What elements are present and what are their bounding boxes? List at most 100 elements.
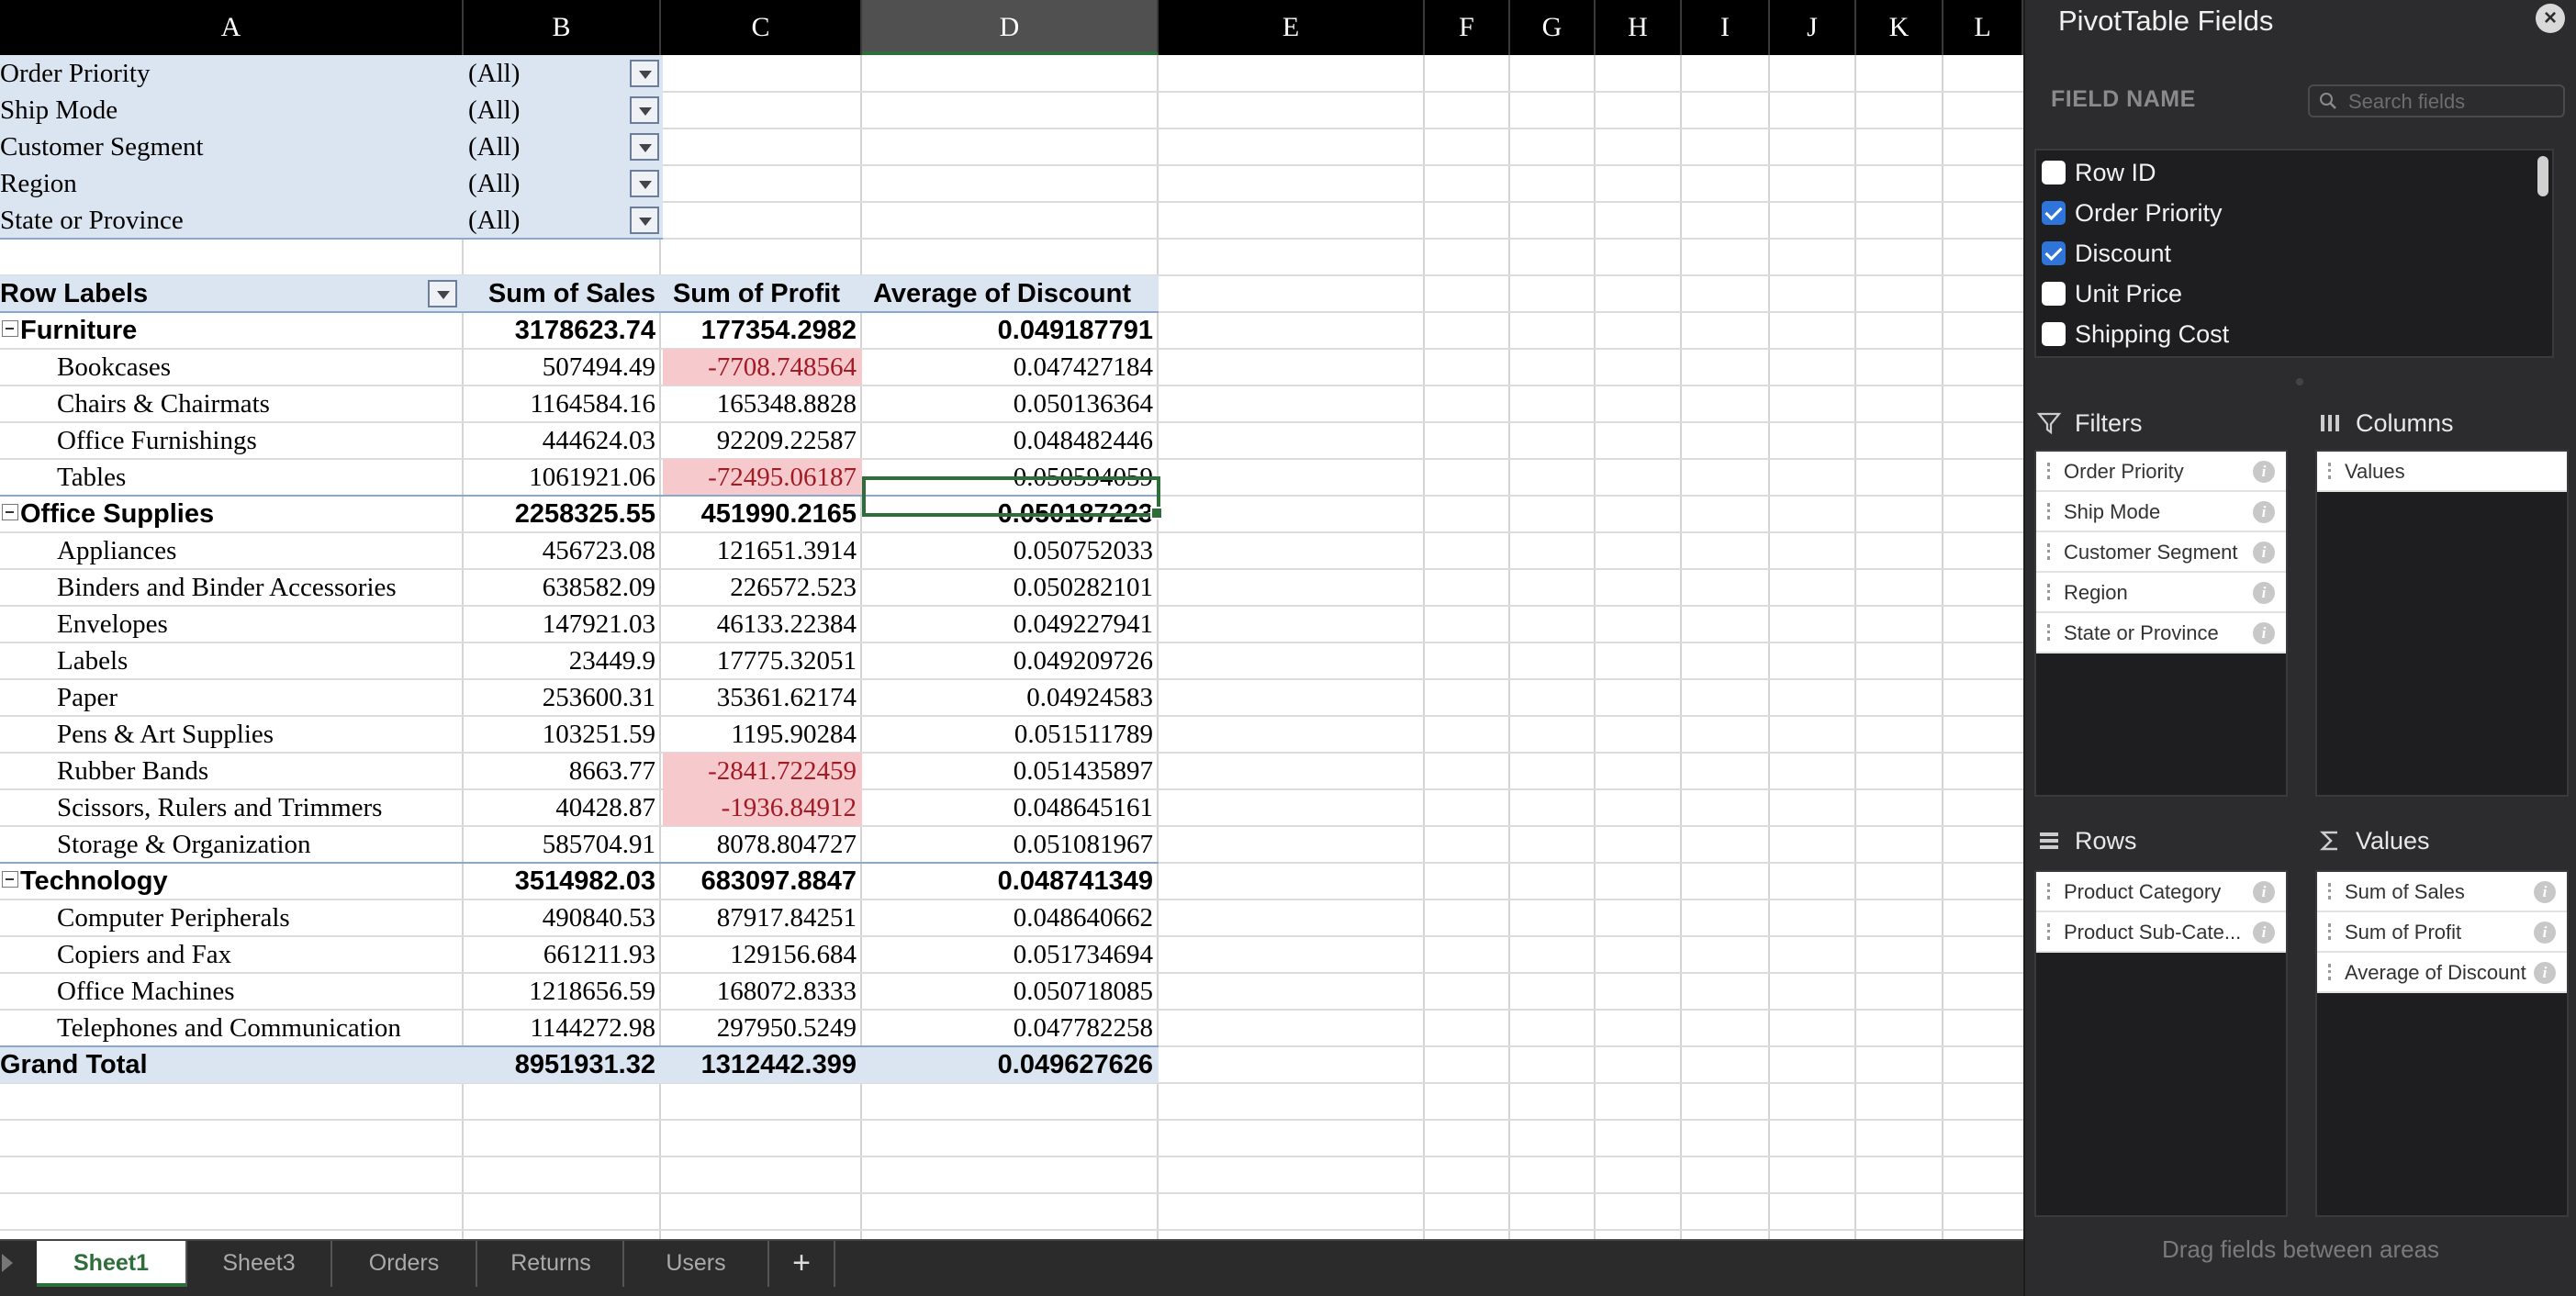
- add-sheet-button[interactable]: +: [769, 1241, 835, 1287]
- filter-dropdown-button[interactable]: [630, 133, 659, 161]
- info-icon[interactable]: i: [2253, 461, 2275, 483]
- row-labels-header: Row Labels: [0, 279, 149, 308]
- info-icon[interactable]: i: [2253, 542, 2275, 564]
- filter-dropdown-button[interactable]: [630, 96, 659, 124]
- column-header-d[interactable]: D: [862, 0, 1159, 55]
- column-header-j[interactable]: J: [1770, 0, 1856, 55]
- field-list-scrollbar[interactable]: [2537, 156, 2548, 196]
- subcategory-cell: Office Machines: [57, 977, 235, 1006]
- field-checkbox[interactable]: [2042, 281, 2066, 306]
- column-header-e[interactable]: E: [1159, 0, 1425, 55]
- field-item[interactable]: Shipping Cost: [2042, 316, 2229, 352]
- column-header-a[interactable]: A: [0, 0, 464, 55]
- pivot-subcategory-row: Rubber Bands 8663.77 -2841.722459 0.0514358…: [0, 753, 1159, 789]
- values-drop-zone[interactable]: Sum of Sales i Sum of Profit i Average of Di…: [2315, 870, 2569, 1217]
- info-icon[interactable]: i: [2253, 622, 2275, 644]
- profit-value-cell: -1936.84912: [663, 789, 862, 826]
- drag-grip-icon: [2328, 923, 2332, 940]
- row-labels-dropdown-button[interactable]: [428, 280, 457, 307]
- zone-field-chip[interactable]: Average of Discount i: [2317, 953, 2567, 993]
- zone-field-chip[interactable]: State or Province i: [2036, 613, 2286, 654]
- info-icon[interactable]: i: [2253, 881, 2275, 903]
- field-checkbox[interactable]: [2042, 160, 2066, 184]
- column-header-b[interactable]: B: [464, 0, 661, 55]
- zone-field-chip[interactable]: Product Category i: [2036, 872, 2286, 912]
- column-header-i[interactable]: I: [1682, 0, 1770, 55]
- sheet-tab-sheet1[interactable]: Sheet1: [37, 1241, 187, 1287]
- pivot-subcategory-row: Scissors, Rulers and Trimmers 40428.87 -19…: [0, 789, 1159, 826]
- collapse-toggle-icon[interactable]: [2, 871, 18, 888]
- column-header-h[interactable]: H: [1596, 0, 1682, 55]
- filters-drop-zone[interactable]: Order Priority i Ship Mode i Customer Segmen…: [2034, 450, 2288, 797]
- tab-scroll-arrow-icon[interactable]: [2, 1254, 13, 1272]
- column-header-f[interactable]: F: [1425, 0, 1510, 55]
- gridline-horizontal: [0, 1156, 2023, 1157]
- sales-value-cell: 444624.03: [542, 426, 655, 455]
- zone-field-chip[interactable]: Values: [2317, 452, 2567, 492]
- field-checkbox[interactable]: [2042, 240, 2066, 265]
- sales-value-cell: 507494.49: [542, 352, 655, 382]
- rows-drop-zone[interactable]: Product Category i Product Sub-Cate... i: [2034, 870, 2288, 1217]
- zone-field-label: State or Province: [2064, 621, 2219, 644]
- search-fields-input[interactable]: Search fields: [2308, 84, 2565, 117]
- zone-field-chip[interactable]: Product Sub-Cate... i: [2036, 912, 2286, 953]
- close-icon[interactable]: ×: [2536, 4, 2565, 33]
- sheet-tab-users[interactable]: Users: [624, 1241, 769, 1287]
- zone-field-chip[interactable]: Customer Segment i: [2036, 532, 2286, 573]
- sum-of-sales-header: Sum of Sales: [487, 279, 655, 308]
- discount-value-cell: 0.050187223: [997, 499, 1153, 529]
- pivot-subcategory-row: Appliances 456723.08 121651.3914 0.05075203…: [0, 532, 1159, 569]
- field-checkbox[interactable]: [2042, 200, 2066, 225]
- column-header-g[interactable]: G: [1510, 0, 1596, 55]
- collapse-toggle-icon[interactable]: [2, 320, 18, 338]
- field-item[interactable]: Discount: [2042, 235, 2171, 272]
- pivot-subcategory-row: Office Furnishings 444624.03 92209.22587 0.…: [0, 422, 1159, 459]
- collapse-toggle-icon[interactable]: [2, 504, 18, 521]
- splitter-handle[interactable]: [2296, 378, 2303, 385]
- pivottable-fields-panel: PivotTable Fields × FIELD NAME Search fi…: [2025, 0, 2576, 1296]
- cell-grid[interactable]: Order Priority (All) Ship Mode (All) Custome…: [0, 55, 2023, 1239]
- zone-field-chip[interactable]: Region i: [2036, 573, 2286, 613]
- column-header-k[interactable]: K: [1856, 0, 1943, 55]
- field-label: Discount: [2075, 240, 2172, 267]
- field-list: Row ID Order Priority Discount Unit Price Sh…: [2034, 149, 2554, 358]
- info-icon[interactable]: i: [2534, 881, 2556, 903]
- report-filter-row: Order Priority (All): [0, 55, 1159, 92]
- sheet-tab-orders[interactable]: Orders: [332, 1241, 477, 1287]
- sheet-tab-returns[interactable]: Returns: [479, 1241, 624, 1287]
- profit-value-cell: -7708.748564: [663, 349, 862, 385]
- columns-drop-zone[interactable]: Values: [2315, 450, 2569, 797]
- field-item[interactable]: Order Priority: [2042, 195, 2223, 231]
- zone-field-chip[interactable]: Sum of Sales i: [2317, 872, 2567, 912]
- zone-field-chip[interactable]: Sum of Profit i: [2317, 912, 2567, 953]
- filter-field-label: Ship Mode: [0, 95, 118, 125]
- info-icon[interactable]: i: [2534, 922, 2556, 944]
- filter-area-bottom-border: [0, 238, 663, 240]
- sheet-tab-sheet3[interactable]: Sheet3: [187, 1241, 332, 1287]
- field-checkbox[interactable]: [2042, 321, 2066, 346]
- filter-dropdown-button[interactable]: [630, 170, 659, 197]
- info-icon[interactable]: i: [2253, 582, 2275, 604]
- category-label: Furniture: [20, 316, 138, 345]
- filter-field-label: Region: [0, 169, 77, 198]
- zone-field-chip[interactable]: Order Priority i: [2036, 452, 2286, 492]
- rows-header: Rows: [2036, 822, 2137, 859]
- search-placeholder: Search fields: [2348, 90, 2466, 113]
- search-icon: [2320, 93, 2336, 109]
- field-item[interactable]: Row ID: [2042, 154, 2156, 191]
- subcategory-cell: Labels: [57, 646, 129, 676]
- filter-dropdown-button[interactable]: [630, 60, 659, 87]
- zone-field-chip[interactable]: Ship Mode i: [2036, 492, 2286, 532]
- pivot-subcategory-row: Telephones and Communication 1144272.98 29…: [0, 1010, 1159, 1046]
- drag-hint-text: Drag fields between areas: [2161, 1235, 2440, 1263]
- column-header-l[interactable]: L: [1943, 0, 2023, 55]
- sheet-tab-bar: Sheet1 Sheet3 Orders Returns Users +: [0, 1239, 2023, 1296]
- subcategory-cell: Rubber Bands: [57, 756, 209, 786]
- field-item[interactable]: Unit Price: [2042, 275, 2182, 312]
- info-icon[interactable]: i: [2253, 922, 2275, 944]
- info-icon[interactable]: i: [2253, 501, 2275, 523]
- column-header-c[interactable]: C: [661, 0, 862, 55]
- info-icon[interactable]: i: [2534, 962, 2556, 984]
- profit-value-cell: 165348.8828: [716, 389, 857, 419]
- filter-dropdown-button[interactable]: [630, 207, 659, 234]
